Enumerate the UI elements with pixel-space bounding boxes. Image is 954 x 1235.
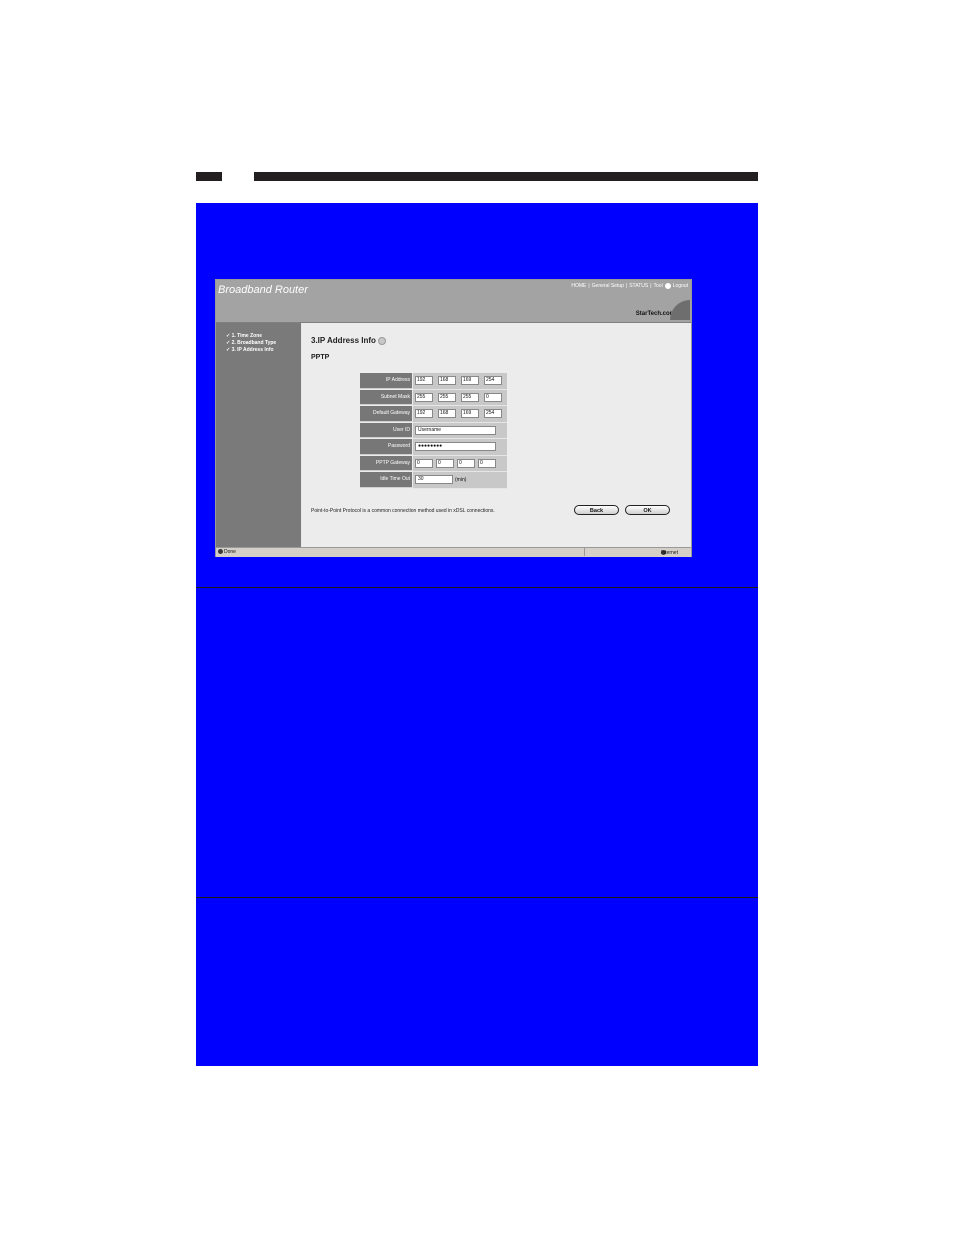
startech-logo: StarTech.com (635, 311, 675, 317)
nav-home-link[interactable]: HOME (571, 283, 586, 289)
page-title: 3.IP Address Info (311, 336, 386, 345)
pptp-settings-table: IP Address 192 168 169 254 Subnet Mask 2… (360, 373, 507, 489)
router-title: Broadband Router (218, 284, 308, 296)
status-done-text: Done (224, 549, 236, 555)
idle-time-out-unit: (min) (455, 477, 467, 483)
browser-status-bar: Done Internet (216, 547, 691, 557)
user-id-label: User ID (360, 422, 412, 438)
top-nav: HOME | General Setup | STATUS | Tool Log… (570, 283, 689, 289)
ip-address-octet-4[interactable]: 254 (484, 376, 502, 385)
idle-time-out-label: Idle Time Out (360, 472, 412, 488)
password-cell: ●●●●●●●● (413, 439, 507, 456)
help-icon[interactable] (377, 336, 386, 345)
ip-address-octet-2[interactable]: 168 (438, 376, 456, 385)
subnet-mask-cell: 255 255 255 0 (413, 389, 507, 406)
user-id-input[interactable]: Username (415, 425, 496, 435)
idle-time-out-input[interactable]: 30 (415, 475, 453, 484)
pptp-gateway-cell: 0 0 0 0 (413, 455, 507, 472)
header-bar-right (254, 172, 758, 181)
ip-address-row: IP Address 192 168 169 254 (360, 373, 507, 390)
subnet-mask-row: Subnet Mask 255 255 255 0 (360, 389, 507, 406)
router-header: Broadband Router HOME | General Setup | … (216, 280, 691, 323)
nav-tool-link[interactable]: Tool (654, 283, 663, 289)
pptp-gateway-octet-2[interactable]: 0 (436, 458, 454, 468)
divider-line (196, 587, 758, 588)
logo-arc-icon (670, 300, 690, 320)
password-input[interactable]: ●●●●●●●● (415, 442, 496, 451)
pptp-gateway-octet-4[interactable]: 0 (478, 458, 496, 468)
password-row: Password ●●●●●●●● (360, 439, 507, 456)
nav-separator: | (588, 283, 590, 289)
ip-address-label: IP Address (360, 373, 412, 389)
default-gateway-octet-3[interactable]: 169 (461, 409, 479, 418)
default-gateway-cell: 192 168 169 254 (413, 406, 507, 423)
password-label: Password (360, 439, 412, 455)
nav-status-link[interactable]: STATUS (629, 283, 648, 289)
subnet-mask-label: Subnet Mask (360, 389, 412, 405)
pptp-gateway-octet-1[interactable]: 0 (415, 458, 433, 468)
nav-separator: | (650, 283, 652, 289)
pptp-gateway-label: PPTP Gateway (360, 455, 412, 471)
sidebar-item-time-zone[interactable]: ✓ 1. Time Zone (226, 333, 262, 339)
user-id-row: User ID Username (360, 422, 507, 439)
subnet-mask-octet-3[interactable]: 255 (461, 392, 479, 402)
page-icon (218, 549, 223, 555)
default-gateway-octet-1[interactable]: 192 (415, 409, 433, 418)
idle-time-out-cell: 30 (min) (413, 472, 507, 489)
ip-address-octet-1[interactable]: 192 (415, 376, 433, 385)
idle-time-out-row: Idle Time Out 30 (min) (360, 472, 507, 489)
status-done: Done (218, 549, 236, 555)
pptp-gateway-row: PPTP Gateway 0 0 0 0 (360, 455, 507, 472)
ip-address-cell: 192 168 169 254 (413, 373, 507, 390)
section-title: PPTP (311, 354, 330, 361)
back-button[interactable]: Back (574, 505, 619, 515)
logout-radio-icon[interactable] (664, 283, 671, 289)
subnet-mask-octet-1[interactable]: 255 (415, 392, 433, 402)
status-zone-label: Internet (661, 550, 678, 556)
sidebar-item-ip-address-info[interactable]: ✓ 3. IP Address Info (226, 347, 274, 353)
pptp-description: Point-to-Point Protocol is a common conn… (311, 508, 495, 514)
status-zone: Internet (584, 548, 691, 556)
nav-logout-link[interactable]: Logout (673, 283, 688, 289)
default-gateway-row: Default Gateway 192 168 169 254 (360, 406, 507, 423)
default-gateway-octet-4[interactable]: 254 (484, 409, 502, 418)
user-id-cell: Username (413, 422, 507, 439)
pptp-gateway-octet-3[interactable]: 0 (457, 458, 475, 468)
wizard-sidebar: ✓ 1. Time Zone ✓ 2. Broadband Type ✓ 3. … (216, 323, 301, 547)
divider-line (196, 897, 758, 898)
nav-separator: | (625, 283, 628, 289)
subnet-mask-octet-4[interactable]: 0 (484, 392, 502, 402)
header-bar-left (196, 172, 222, 181)
ip-address-octet-3[interactable]: 169 (461, 376, 479, 385)
subnet-mask-octet-2[interactable]: 255 (438, 392, 456, 402)
nav-general-setup-link[interactable]: General Setup (592, 283, 624, 289)
main-content: 3.IP Address Info PPTP IP Address 192 16… (302, 323, 691, 547)
page-title-text: 3.IP Address Info (311, 336, 376, 345)
default-gateway-label: Default Gateway (360, 406, 412, 422)
ok-button[interactable]: OK (625, 505, 670, 515)
browser-window: Broadband Router HOME | General Setup | … (215, 279, 692, 557)
default-gateway-octet-2[interactable]: 168 (438, 409, 456, 418)
sidebar-item-broadband-type[interactable]: ✓ 2. Broadband Type (226, 340, 276, 346)
